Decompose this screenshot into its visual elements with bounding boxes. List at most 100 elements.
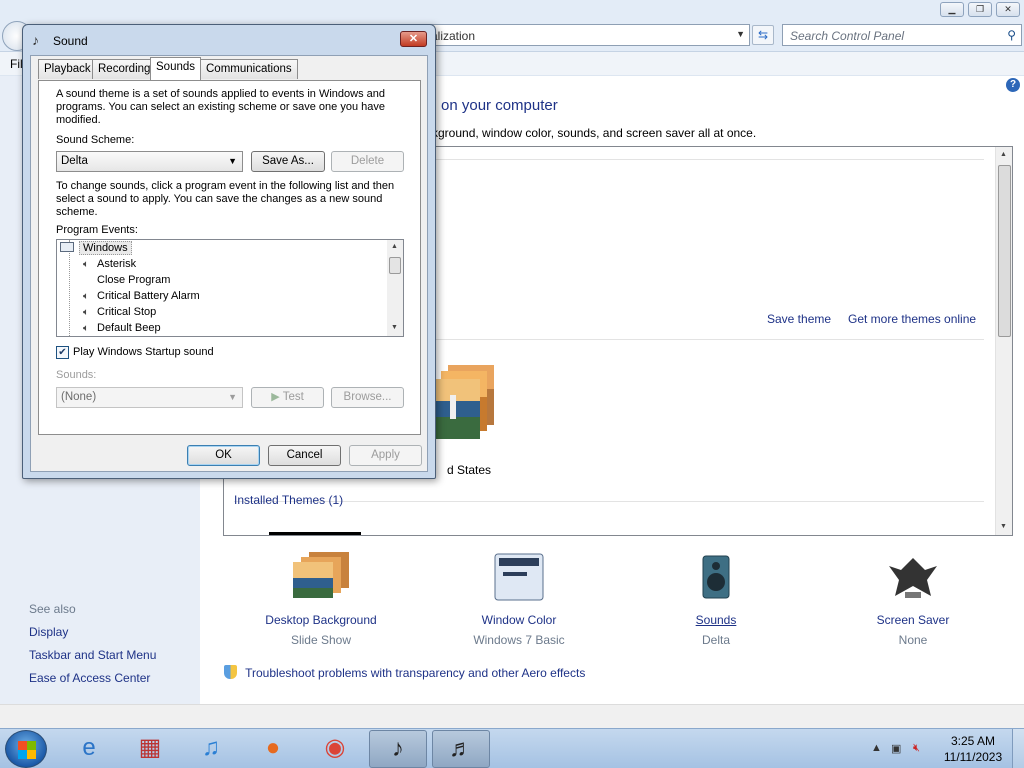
test-button[interactable]: ▶ Test — [251, 387, 324, 408]
scroll-up-arrow-icon[interactable]: ▲ — [1000, 151, 1007, 158]
scroll-up-arrow-icon[interactable]: ▲ — [391, 243, 398, 250]
chevron-down-icon[interactable]: ▼ — [736, 29, 745, 39]
window-color-item[interactable]: Window Color Windows 7 Basic — [444, 552, 594, 647]
sound-scheme-value: Delta — [61, 155, 88, 167]
chrome-icon[interactable]: ◉ — [306, 730, 364, 768]
tab-playback[interactable]: Playback — [38, 59, 97, 79]
desktop-background-label[interactable]: Desktop Background — [246, 613, 396, 627]
sound-scheme-select[interactable]: Delta ▼ — [56, 151, 243, 172]
scroll-down-arrow-icon[interactable]: ▼ — [1000, 523, 1007, 530]
window-color-value: Windows 7 Basic — [473, 633, 565, 647]
list-item[interactable]: Windows — [60, 240, 132, 256]
maximize-button[interactable]: ❐ — [968, 2, 992, 17]
scrollbar-thumb[interactable] — [998, 165, 1011, 337]
change-sounds-text: To change sounds, click a program event … — [56, 180, 395, 218]
dialog-titlebar[interactable]: ♪ Sound ✕ — [23, 25, 435, 55]
show-desktop-button[interactable] — [1012, 729, 1024, 768]
window-color-label[interactable]: Window Color — [444, 613, 594, 627]
sounds-value: Delta — [701, 633, 730, 647]
list-item[interactable]: 🔈︎ Default Beep — [81, 320, 161, 336]
list-item[interactable]: Close Program — [81, 272, 170, 288]
desktop-background-value: Slide Show — [290, 633, 352, 647]
sound-app-icon: ♪ — [32, 32, 39, 48]
window-color-icon — [494, 553, 544, 601]
sounds-field-label: Sounds: — [56, 369, 97, 381]
theme-name[interactable]: d States — [447, 463, 491, 477]
address-field[interactable]: alization ▼ — [420, 24, 750, 46]
screen-saver-item[interactable]: Screen Saver None — [838, 552, 988, 647]
apply-button[interactable]: Apply — [349, 445, 422, 466]
event-label: Critical Stop — [97, 306, 157, 318]
speaker-icon: 🔈︎ — [83, 323, 89, 334]
scrollbar-thumb[interactable] — [389, 257, 401, 274]
address-text: alization — [431, 29, 476, 43]
chevron-down-icon: ▼ — [228, 392, 237, 402]
scroll-down-arrow-icon[interactable]: ▼ — [391, 324, 398, 331]
speaker-icon: 🔈︎ — [83, 291, 89, 302]
speaker-icon: 🔈︎ — [83, 307, 89, 318]
search-input[interactable]: Search Control Panel ⚲ — [782, 24, 1022, 46]
list-item[interactable]: 🔈︎ Critical Battery Alarm — [81, 288, 200, 304]
sounds-label[interactable]: Sounds — [641, 613, 791, 627]
list-item[interactable]: 🔈︎ Asterisk — [81, 256, 136, 272]
startup-sound-label[interactable]: Play Windows Startup sound — [73, 346, 214, 358]
intro-text: A sound theme is a set of sounds applied… — [56, 88, 385, 126]
save-as-button[interactable]: Save As... — [251, 151, 325, 172]
close-button[interactable]: ✕ — [996, 2, 1020, 17]
speaker-app-icon[interactable]: ♬ — [432, 730, 490, 768]
delete-button[interactable]: Delete — [331, 151, 404, 172]
screen-saver-value: None — [898, 633, 928, 647]
firefox-icon[interactable]: ● — [244, 730, 302, 768]
program-events-list[interactable]: Windows 🔈︎ Asterisk Close Program 🔈︎ Criti… — [56, 239, 404, 337]
clock-date: 11/11/2023 — [943, 750, 1003, 764]
sound-app-icon[interactable]: ♪ — [369, 730, 427, 768]
tab-recording[interactable]: Recording — [92, 59, 157, 79]
sidebar-link-ease-of-access[interactable]: Ease of Access Center — [29, 671, 150, 685]
theme-preview-strip — [269, 532, 361, 535]
menu-file[interactable]: Fil — [10, 57, 23, 71]
cancel-button[interactable]: Cancel — [268, 445, 341, 466]
sidebar-link-taskbar[interactable]: Taskbar and Start Menu — [29, 648, 156, 662]
startup-sound-checkbox[interactable]: ✔ — [56, 346, 69, 359]
tab-communications[interactable]: Communications — [200, 59, 298, 79]
troubleshoot-row[interactable]: Troubleshoot problems with transparency … — [224, 665, 585, 680]
volume-muted-icon[interactable]: 🔇︎ — [913, 742, 920, 755]
search-placeholder: Search Control Panel — [790, 29, 905, 43]
tab-sounds[interactable]: Sounds — [150, 57, 202, 80]
archive-icon[interactable]: ▦ — [121, 730, 179, 768]
save-theme-link[interactable]: Save theme — [767, 312, 831, 326]
network-icon[interactable]: ▣ — [891, 742, 901, 755]
close-icon[interactable]: ✕ — [400, 31, 427, 47]
minimize-button[interactable]: ▁ — [940, 2, 964, 17]
vertical-scrollbar[interactable]: ▲ ▼ — [995, 147, 1012, 535]
list-item[interactable]: 🔈︎ Critical Stop — [81, 304, 156, 320]
see-also-heading: See also — [29, 602, 76, 616]
start-button[interactable] — [5, 730, 47, 768]
show-hidden-icons-icon[interactable]: ▲ — [871, 742, 882, 754]
chevron-down-icon: ▼ — [228, 156, 237, 166]
tray-clock[interactable]: 3:25 AM 11/11/2023 — [938, 733, 1008, 765]
desktop-background-icon — [293, 552, 349, 598]
troubleshoot-link[interactable]: Troubleshoot problems with transparency … — [245, 666, 585, 680]
dialog-body: Playback Recording Sounds Communications… — [30, 55, 428, 472]
get-more-themes-link[interactable]: Get more themes online — [848, 312, 976, 326]
sidebar-link-display[interactable]: Display — [29, 625, 68, 639]
event-label: Close Program — [97, 274, 171, 286]
help-icon[interactable]: ? — [1006, 78, 1020, 92]
internet-explorer-icon[interactable]: e — [60, 730, 118, 768]
refresh-icon[interactable]: ⇆ — [752, 25, 774, 45]
screen-saver-label[interactable]: Screen Saver — [838, 613, 988, 627]
browse-button[interactable]: Browse... — [331, 387, 404, 408]
sounds-tab-panel: A sound theme is a set of sounds applied… — [38, 80, 421, 435]
search-icon[interactable]: ⚲ — [1007, 28, 1016, 42]
program-events-label: Program Events: — [56, 224, 138, 236]
sounds-item[interactable]: Sounds Delta — [641, 552, 791, 647]
sounds-select[interactable]: (None) ▼ — [56, 387, 243, 408]
test-label: Test — [282, 391, 304, 403]
events-scrollbar[interactable]: ▲ ▼ — [387, 240, 403, 336]
clock-time: 3:25 AM — [950, 734, 996, 748]
ok-button[interactable]: OK — [187, 445, 260, 466]
desktop-background-item[interactable]: Desktop Background Slide Show — [246, 552, 396, 647]
itunes-icon[interactable]: ♫ — [182, 730, 240, 768]
theme-thumbnail[interactable] — [434, 365, 494, 439]
